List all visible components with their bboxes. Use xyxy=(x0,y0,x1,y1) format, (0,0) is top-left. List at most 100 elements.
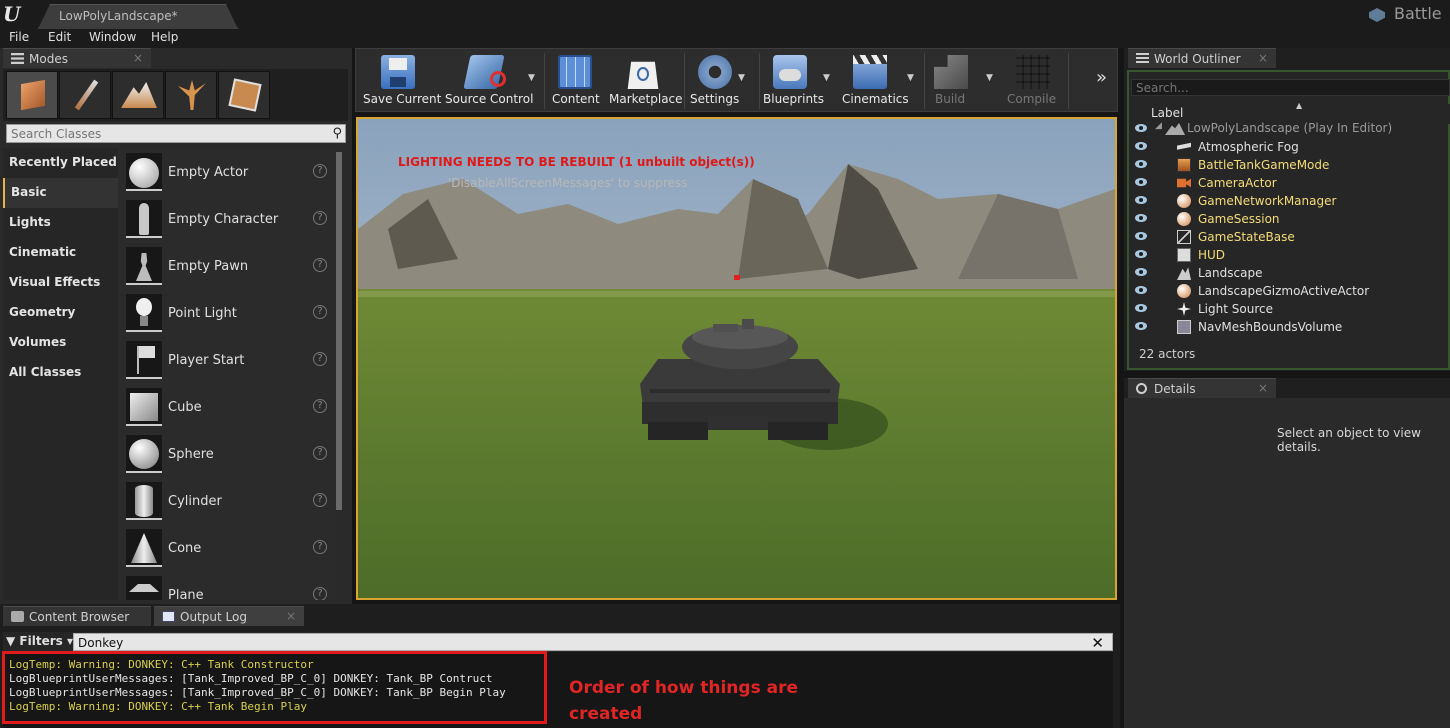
class-item-cone[interactable]: Cone ? xyxy=(118,525,336,572)
category-all-classes[interactable]: All Classes xyxy=(3,358,118,388)
outliner-search-input[interactable] xyxy=(1136,81,1436,95)
visibility-eye-icon[interactable] xyxy=(1135,232,1147,240)
sort-ascending-icon[interactable]: ▲ xyxy=(1296,101,1302,110)
visibility-eye-icon[interactable] xyxy=(1135,322,1147,330)
help-icon[interactable]: ? xyxy=(313,493,327,507)
chevron-down-icon[interactable]: ▼ xyxy=(823,73,830,83)
outliner-row[interactable]: Light Source xyxy=(1130,300,1450,318)
search-icon[interactable]: ⚲ xyxy=(332,126,342,141)
tab-modes[interactable]: Modes × xyxy=(3,48,151,68)
content-button[interactable]: Content xyxy=(546,49,604,111)
visibility-eye-icon[interactable] xyxy=(1135,214,1147,222)
tab-output-log[interactable]: Output Log × xyxy=(154,606,304,626)
class-list-scrollbar[interactable] xyxy=(336,152,342,510)
foliage-mode-button[interactable] xyxy=(165,71,217,119)
visibility-eye-icon[interactable] xyxy=(1135,304,1147,312)
category-basic[interactable]: Basic xyxy=(3,178,118,208)
tab-details[interactable]: Details × xyxy=(1128,378,1276,398)
close-icon[interactable]: × xyxy=(133,51,143,65)
clear-filter-icon[interactable]: ✕ xyxy=(1091,634,1104,652)
class-item-empty-pawn[interactable]: Empty Pawn ? xyxy=(118,243,336,290)
outliner-row[interactable]: GameSession xyxy=(1130,210,1450,228)
category-geometry[interactable]: Geometry xyxy=(3,298,118,328)
tab-content-browser[interactable]: Content Browser xyxy=(3,606,151,626)
build-button[interactable]: Build ▼ xyxy=(926,49,998,111)
marketplace-button[interactable]: Marketplace xyxy=(606,49,683,111)
class-item-cylinder[interactable]: Cylinder ? xyxy=(118,478,336,525)
level-viewport[interactable]: LIGHTING NEEDS TO BE REBUILT (1 unbuilt … xyxy=(356,117,1117,600)
search-classes-field[interactable]: ⚲ xyxy=(6,124,346,143)
close-icon[interactable]: × xyxy=(1258,51,1268,65)
menu-file[interactable]: File xyxy=(9,30,29,44)
class-item-cube[interactable]: Cube ? xyxy=(118,384,336,431)
save-current-button[interactable]: Save Current xyxy=(356,49,441,111)
outliner-row[interactable]: LandscapeGizmoActiveActor xyxy=(1130,282,1450,300)
geometry-mode-button[interactable] xyxy=(218,71,270,119)
tab-world-outliner[interactable]: World Outliner × xyxy=(1128,48,1276,68)
visibility-eye-icon[interactable] xyxy=(1135,196,1147,204)
class-item-sphere[interactable]: Sphere ? xyxy=(118,431,336,478)
chevron-down-icon[interactable]: ▼ xyxy=(986,73,993,83)
help-icon[interactable]: ? xyxy=(313,305,327,319)
search-classes-input[interactable] xyxy=(11,127,321,141)
help-icon[interactable]: ? xyxy=(313,164,327,178)
help-icon[interactable]: ? xyxy=(313,587,327,600)
help-icon[interactable]: ? xyxy=(313,399,327,413)
settings-button[interactable]: Settings ▼ xyxy=(686,49,758,111)
menu-help[interactable]: Help xyxy=(151,30,178,44)
toolbar-overflow-icon[interactable]: » xyxy=(1096,67,1107,88)
class-item-point-light[interactable]: Point Light ? xyxy=(118,290,336,337)
chevron-down-icon[interactable]: ▼ xyxy=(738,73,745,83)
chevron-down-icon[interactable]: ▼ xyxy=(907,73,914,83)
cinematics-button[interactable]: Cinematics ▼ xyxy=(839,49,921,111)
visibility-eye-icon[interactable] xyxy=(1135,160,1147,168)
menu-edit[interactable]: Edit xyxy=(48,30,71,44)
help-icon[interactable]: ? xyxy=(313,540,327,554)
outliner-row[interactable]: NavMeshBoundsVolume xyxy=(1130,318,1450,336)
outliner-row[interactable]: Landscape xyxy=(1130,264,1450,282)
collapse-arrow-icon[interactable]: ◢ xyxy=(1155,121,1162,131)
unreal-logo-icon[interactable]: U xyxy=(3,2,25,26)
source-control-button[interactable]: Source Control ▼ xyxy=(440,49,540,111)
outliner-row[interactable]: BattleTankGameMode xyxy=(1130,156,1450,174)
outliner-root-row[interactable]: ◢ LowPolyLandscape (Play In Editor) xyxy=(1130,120,1450,138)
filters-dropdown-button[interactable]: ▼ Filters ▾ xyxy=(6,634,73,648)
outliner-search-field[interactable] xyxy=(1131,79,1450,96)
visibility-eye-icon[interactable] xyxy=(1135,268,1147,276)
outliner-row[interactable]: GameStateBase xyxy=(1130,228,1450,246)
class-item-empty-character[interactable]: Empty Character ? xyxy=(118,196,336,243)
category-visual-effects[interactable]: Visual Effects xyxy=(3,268,118,298)
help-icon[interactable]: ? xyxy=(313,211,327,225)
help-icon[interactable]: ? xyxy=(313,446,327,460)
chevron-down-icon[interactable]: ▼ xyxy=(528,73,535,83)
details-search-icon xyxy=(1136,383,1147,394)
visibility-eye-icon[interactable] xyxy=(1135,142,1147,150)
visibility-eye-icon[interactable] xyxy=(1135,250,1147,258)
category-lights[interactable]: Lights xyxy=(3,208,118,238)
class-item-plane[interactable]: Plane ? xyxy=(118,572,336,600)
compile-button[interactable]: Compile xyxy=(1001,49,1071,111)
class-item-player-start[interactable]: Player Start ? xyxy=(118,337,336,384)
paint-mode-button[interactable] xyxy=(59,71,111,119)
outliner-row[interactable]: Atmospheric Fog xyxy=(1130,138,1450,156)
place-mode-button[interactable] xyxy=(6,71,58,119)
category-recently-placed[interactable]: Recently Placed xyxy=(3,148,118,178)
close-icon[interactable]: × xyxy=(286,609,296,623)
outliner-row[interactable]: CameraActor xyxy=(1130,174,1450,192)
blueprints-button[interactable]: Blueprints ▼ xyxy=(761,49,839,111)
class-item-empty-actor[interactable]: Empty Actor ? xyxy=(118,149,336,196)
menu-window[interactable]: Window xyxy=(89,30,136,44)
outliner-row[interactable]: HUD xyxy=(1130,246,1450,264)
visibility-eye-icon[interactable] xyxy=(1135,178,1147,186)
help-icon[interactable]: ? xyxy=(313,352,327,366)
level-document-tab[interactable]: LowPolyLandscape* xyxy=(38,4,238,29)
landscape-mode-button[interactable] xyxy=(112,71,164,119)
visibility-eye-icon[interactable] xyxy=(1135,124,1147,132)
close-icon[interactable]: × xyxy=(1258,381,1268,395)
visibility-eye-icon[interactable] xyxy=(1135,286,1147,294)
category-cinematic[interactable]: Cinematic xyxy=(3,238,118,268)
category-volumes[interactable]: Volumes xyxy=(3,328,118,358)
help-icon[interactable]: ? xyxy=(313,258,327,272)
log-filter-input[interactable]: Donkey ✕ xyxy=(73,633,1113,652)
outliner-row[interactable]: GameNetworkManager xyxy=(1130,192,1450,210)
